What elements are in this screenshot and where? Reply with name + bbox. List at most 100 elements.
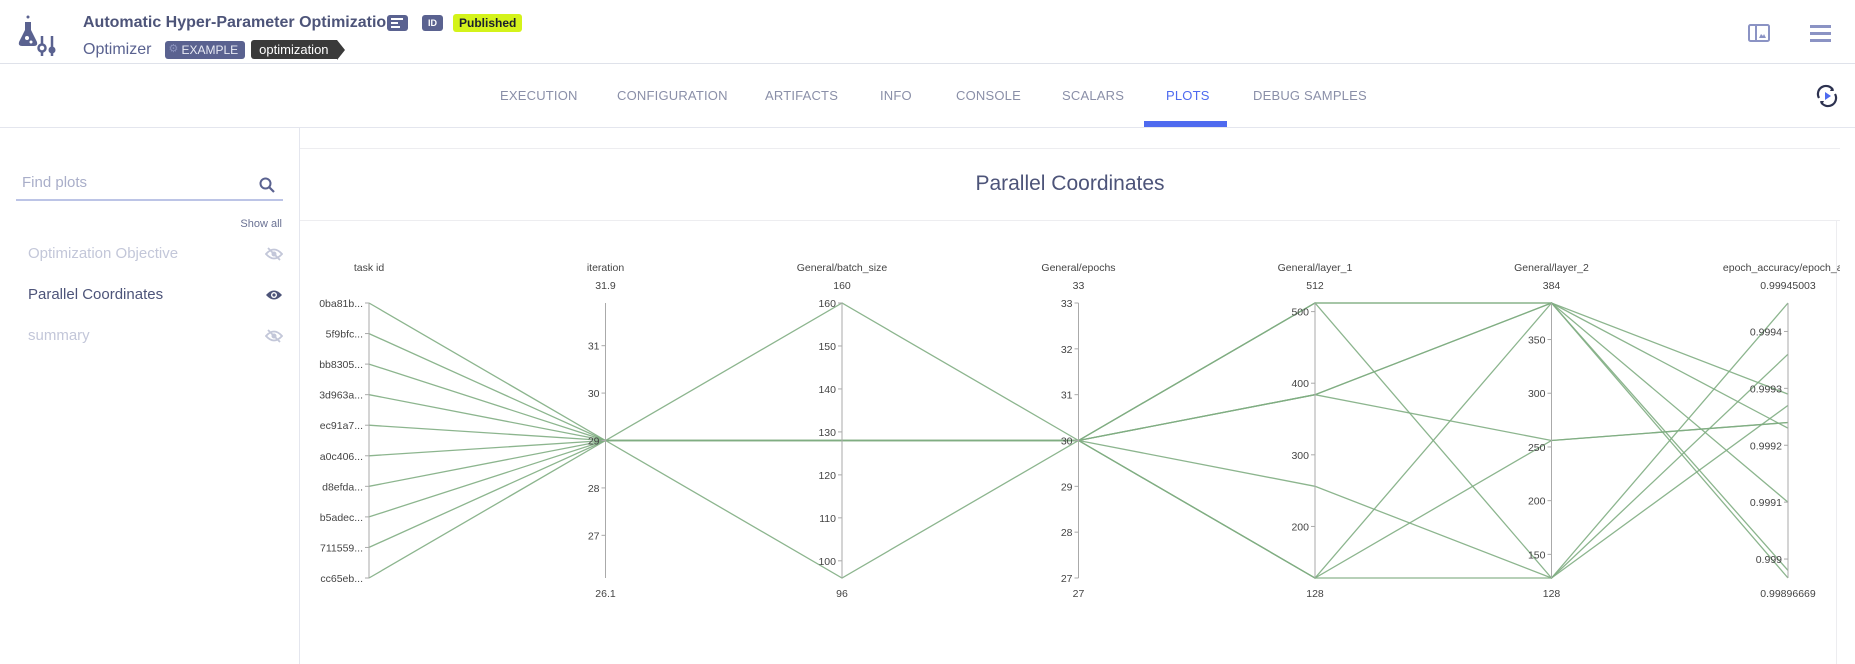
tick-label: 31 — [1061, 390, 1073, 402]
tick-label: 31 — [588, 341, 600, 353]
tick-label: 400 — [1291, 378, 1309, 390]
tick-label: 150 — [818, 341, 836, 353]
plot-item-label: Optimization Objective — [28, 245, 179, 262]
tab-plots[interactable]: PLOTS — [1166, 88, 1210, 103]
axis-title: epoch_accuracy/epoch_acc — [1723, 262, 1840, 274]
plots-sidebar: Show all Optimization Objective Parallel… — [0, 128, 300, 664]
find-plots-input[interactable] — [16, 170, 246, 195]
category-label: cc65eb... — [320, 573, 363, 585]
tab-debug-samples[interactable]: DEBUG SAMPLES — [1253, 88, 1367, 103]
tick-label: 29 — [588, 436, 600, 448]
app-header: Automatic Hyper-Parameter Optimization I… — [0, 0, 1855, 64]
tick-label: 0.999 — [1756, 554, 1782, 566]
axis-min-label: 128 — [1306, 588, 1324, 600]
tick-label: 300 — [1291, 450, 1309, 462]
plot-title: Parallel Coordinates — [975, 172, 1165, 195]
tab-scalars[interactable]: SCALARS — [1062, 88, 1124, 103]
tick-label: 32 — [1061, 344, 1073, 356]
axis-max-label: 160 — [833, 280, 851, 292]
tick-label: 150 — [1528, 549, 1546, 561]
tick-label: 0.9994 — [1750, 326, 1782, 338]
status-badge: Published — [453, 14, 523, 32]
layout-toggle-icon[interactable] — [1748, 24, 1770, 42]
axis-max-label: 31.9 — [595, 280, 616, 292]
tag-optimization[interactable]: optimization — [251, 40, 345, 60]
plot-item-optimization-objective[interactable]: Optimization Objective — [28, 245, 283, 262]
tick-label: 30 — [588, 388, 600, 400]
tick-label: 33 — [1061, 298, 1073, 310]
axis-min-label: 96 — [836, 588, 848, 600]
menu-icon[interactable] — [1810, 25, 1831, 42]
category-label: 711559... — [320, 542, 363, 554]
tick-label: 100 — [818, 556, 836, 568]
parallel-coordinates-chart[interactable]: task id 0ba81b... 5f9bfc... bb8305... 3d963a… — [300, 224, 1840, 664]
tick-label: 28 — [1061, 527, 1073, 539]
axis-max-label: 512 — [1306, 280, 1324, 292]
category-label: 3d963a... — [319, 390, 363, 402]
tick-label: 300 — [1528, 388, 1546, 400]
search-icon[interactable] — [259, 177, 275, 193]
axis-min-label: 27 — [1073, 588, 1085, 600]
axis-min-label: 0.99896669 — [1760, 588, 1816, 600]
experiment-title: Automatic Hyper-Parameter Optimization — [83, 14, 396, 31]
plot-item-label: summary — [28, 327, 90, 344]
tick-label: 0.9992 — [1750, 440, 1782, 452]
plot-search — [16, 170, 283, 201]
tab-console[interactable]: CONSOLE — [956, 88, 1021, 103]
optimizer-logo-icon — [18, 15, 56, 56]
plot-item-parallel-coordinates[interactable]: Parallel Coordinates — [28, 286, 283, 303]
tick-label: 29 — [1061, 481, 1073, 493]
tick-label: 0.9991 — [1750, 497, 1782, 509]
tick-label: 200 — [1528, 496, 1546, 508]
autorefresh-icon[interactable] — [1815, 84, 1839, 108]
axis-title: task id — [354, 262, 385, 274]
active-tab-indicator — [1144, 121, 1227, 127]
tick-label: 28 — [588, 483, 600, 495]
axis-max-label: 33 — [1073, 280, 1085, 292]
tick-label: 27 — [1061, 573, 1073, 585]
eye-icon[interactable] — [265, 288, 283, 302]
tabs-bar: EXECUTION CONFIGURATION ARTIFACTS INFO C… — [0, 64, 1855, 128]
plot-item-summary[interactable]: summary — [28, 327, 283, 344]
tab-configuration[interactable]: CONFIGURATION — [617, 88, 728, 103]
tick-label: 350 — [1528, 335, 1546, 347]
axis-title: General/batch_size — [797, 262, 888, 274]
category-label: bb8305... — [319, 359, 363, 371]
experiment-type: Optimizer — [83, 40, 152, 58]
category-label: b5adec... — [320, 512, 363, 524]
tick-label: 500 — [1291, 307, 1309, 319]
tick-label: 27 — [588, 530, 600, 542]
category-label: ec91a7... — [320, 420, 363, 432]
eye-slash-icon[interactable] — [265, 328, 283, 343]
axis-min-label: 26.1 — [595, 588, 616, 600]
axis-title: iteration — [587, 262, 625, 274]
tick-label: 140 — [818, 384, 836, 396]
eye-slash-icon[interactable] — [265, 246, 283, 261]
axis-min-label: 128 — [1543, 588, 1561, 600]
info-panel-button[interactable] — [387, 15, 408, 31]
tab-info[interactable]: INFO — [880, 88, 912, 103]
plot-item-label: Parallel Coordinates — [28, 286, 164, 303]
axis-title: General/epochs — [1041, 262, 1115, 274]
tab-execution[interactable]: EXECUTION — [500, 88, 578, 103]
axis-max-label: 0.99945003 — [1760, 280, 1816, 292]
axis-title: General/layer_1 — [1278, 262, 1353, 274]
category-label: 0ba81b... — [319, 298, 363, 310]
tick-label: 30 — [1061, 436, 1073, 448]
category-label: d8efda... — [322, 481, 363, 493]
axis-title: General/layer_2 — [1514, 262, 1589, 274]
tick-label: 110 — [819, 513, 836, 525]
category-label: 5f9bfc... — [326, 329, 363, 341]
tick-label: 160 — [818, 298, 836, 310]
category-label: a0c406... — [320, 451, 363, 463]
tick-label: 0.9993 — [1750, 383, 1782, 395]
tick-label: 120 — [818, 470, 836, 482]
tick-label: 200 — [1291, 521, 1309, 533]
copy-id-button[interactable]: ID — [422, 15, 443, 31]
details-icon — [391, 18, 403, 28]
tag-example[interactable]: EXAMPLE — [165, 40, 246, 59]
show-all-link[interactable]: Show all — [240, 218, 282, 230]
plot-area: Parallel Coordinates task id 0ba81b... 5f9… — [300, 128, 1855, 664]
axis-max-label: 384 — [1543, 280, 1561, 292]
tab-artifacts[interactable]: ARTIFACTS — [765, 88, 838, 103]
